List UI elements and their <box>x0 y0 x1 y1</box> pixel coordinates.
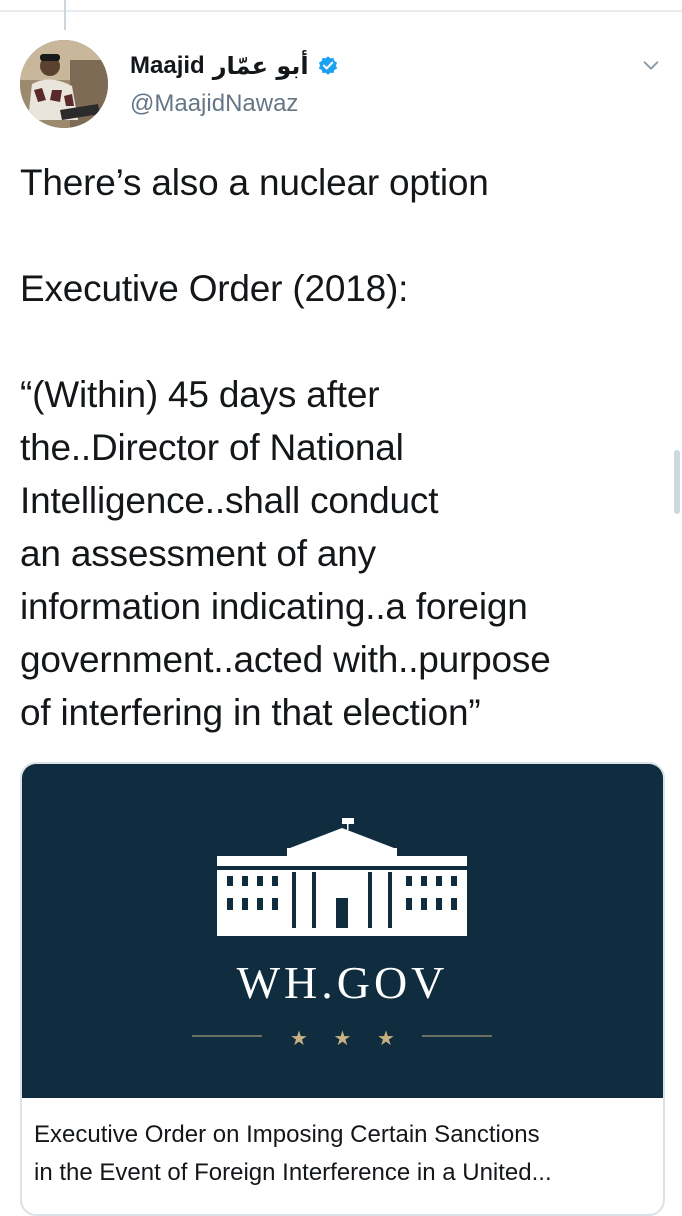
card-image: WH.GOV ★ ★ ★ <box>22 764 663 1098</box>
avatar[interactable] <box>20 40 108 128</box>
scrollbar-thumb[interactable] <box>674 450 680 514</box>
thread-connector-line <box>64 0 66 30</box>
card-title: Executive Order on Imposing Certain Sanc… <box>34 1121 552 1186</box>
star-icon: ★ <box>377 1028 395 1050</box>
link-preview-card[interactable]: WH.GOV ★ ★ ★ Executive Order on Imposing… <box>20 762 665 1216</box>
author-display-name: Maajid <box>130 52 205 79</box>
verified-badge-icon <box>318 56 337 75</box>
card-logo-text: WH.GOV <box>237 957 449 1008</box>
chevron-down-icon[interactable] <box>640 54 662 76</box>
author-handle[interactable]: @MaajidNawaz <box>130 90 298 118</box>
tweet-text: There’s also a nuclear option Executive … <box>20 162 551 733</box>
star-icon: ★ <box>290 1028 308 1050</box>
white-house-icon: WH.GOV ★ ★ ★ <box>192 818 492 1050</box>
star-icon: ★ <box>334 1028 352 1050</box>
author-name-row[interactable]: Maajid أبو عمّار <box>130 50 339 82</box>
top-divider <box>0 0 682 12</box>
avatar-photo <box>20 40 108 128</box>
author-display-name-arabic: أبو عمّار <box>212 52 309 80</box>
